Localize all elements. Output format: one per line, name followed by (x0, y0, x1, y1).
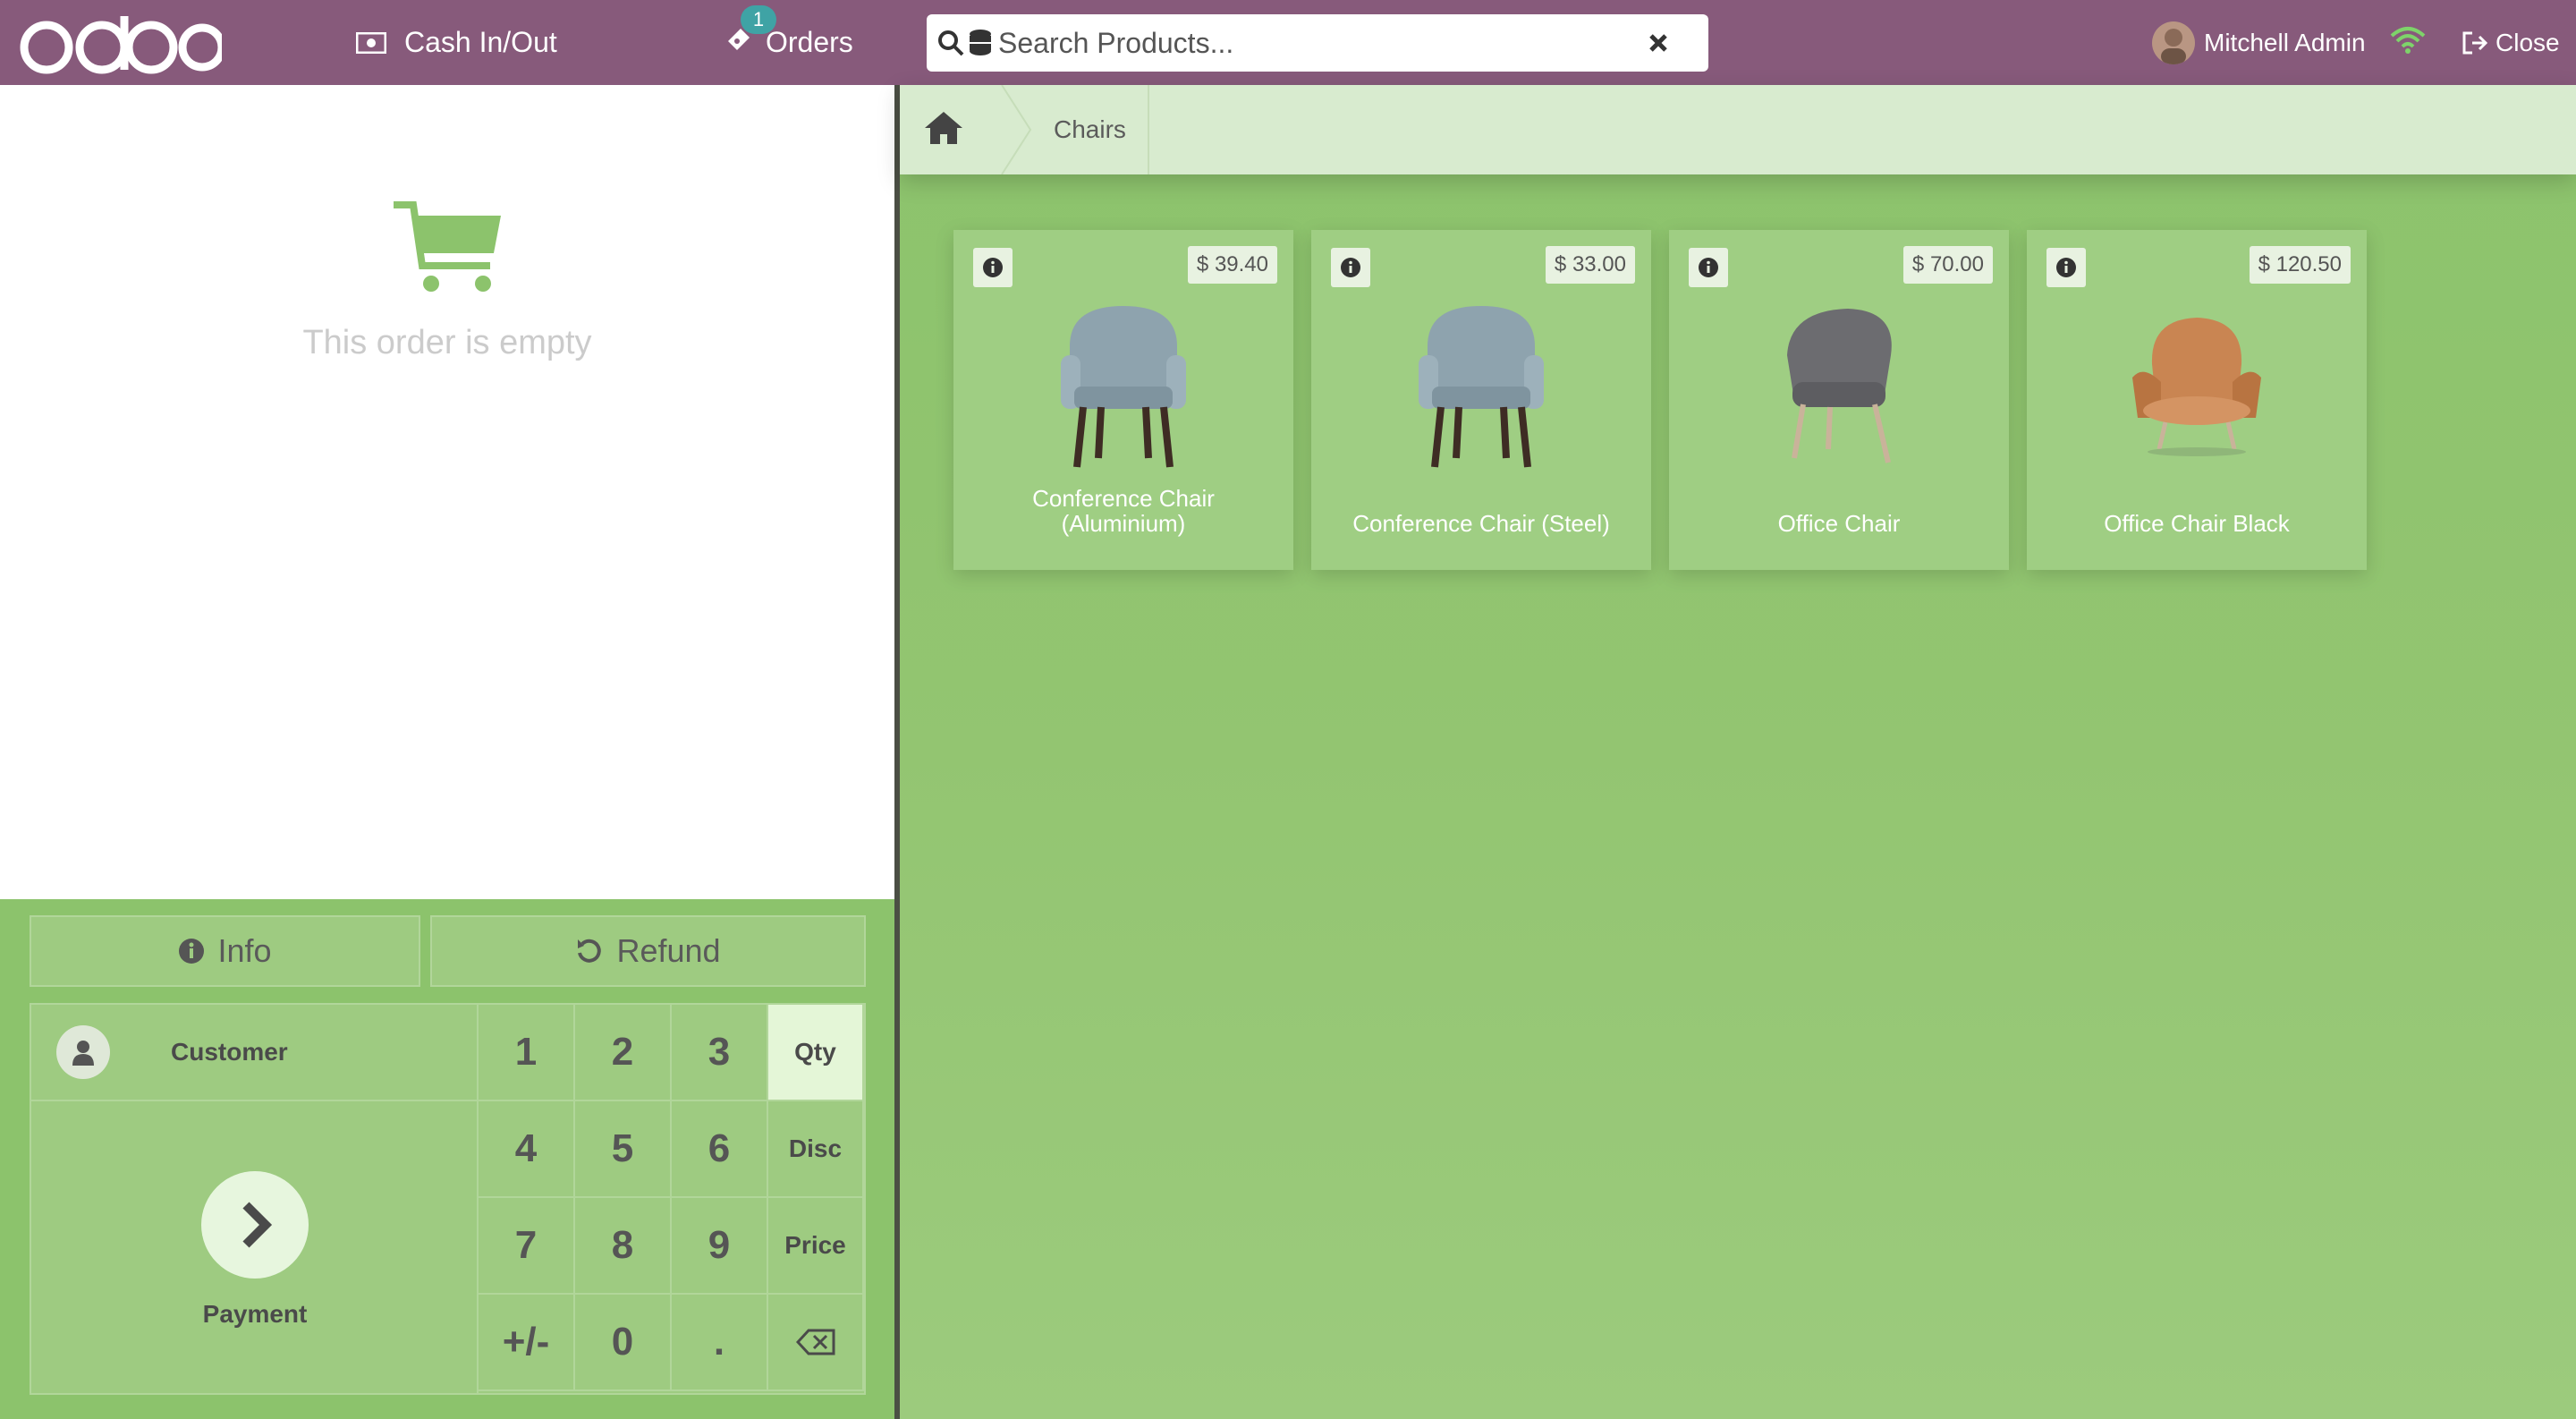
backspace-button[interactable] (768, 1295, 864, 1391)
barcode-database-icon (970, 30, 991, 55)
order-panel: This order is empty (0, 85, 894, 899)
search-icon (938, 30, 964, 56)
info-button[interactable]: Info (30, 915, 420, 987)
numpad-key-1[interactable]: 1 (479, 1005, 575, 1101)
customer-label: Customer (171, 1038, 288, 1066)
avatar (2152, 21, 2195, 64)
info-icon[interactable] (1689, 248, 1728, 287)
chevron-right-icon (201, 1171, 309, 1279)
top-bar: Cash In/Out 1 Orders Mitchell Admin (0, 0, 2576, 85)
numpad-key-4[interactable]: 4 (479, 1101, 575, 1198)
info-icon[interactable] (2046, 248, 2086, 287)
ticket-icon: 1 (724, 4, 776, 61)
numpad-key-decimal[interactable]: . (672, 1295, 768, 1391)
product-image (1787, 309, 1892, 463)
mode-price-button[interactable]: Price (768, 1198, 864, 1295)
numpad-key-3[interactable]: 3 (672, 1005, 768, 1101)
numpad-key-plus-minus[interactable]: +/- (479, 1295, 575, 1391)
mode-disc-button[interactable]: Disc (768, 1101, 864, 1198)
orders-button[interactable]: 1 Orders (724, 0, 853, 85)
mode-qty-button[interactable]: Qty (768, 1005, 864, 1101)
product-card[interactable]: $ 33.00 Conference Chair (Steel) (1311, 230, 1651, 570)
product-price: $ 33.00 (1545, 246, 1635, 284)
product-name: Office Chair Black (2104, 510, 2290, 537)
sign-out-icon (2462, 31, 2488, 54)
user-name: Mitchell Admin (2204, 28, 2366, 56)
orders-count-badge: 1 (741, 4, 776, 34)
payment-label: Payment (202, 1300, 308, 1328)
breadcrumb-separator (1001, 85, 1032, 174)
cash-in-out-button[interactable]: Cash In/Out (356, 0, 557, 85)
control-panel: Info Refund Customer Payment 1 2 3 Qty 4 (0, 899, 894, 1419)
customer-button[interactable]: Customer (31, 1005, 479, 1101)
clear-search-icon[interactable] (1644, 29, 1673, 57)
numpad-key-8[interactable]: 8 (575, 1198, 672, 1295)
numpad: 1 2 3 Qty 4 5 6 Disc 7 8 9 Price +/- 0 . (479, 1005, 864, 1393)
product-card[interactable]: $ 120.50 Office Chair Black (2027, 230, 2367, 570)
numpad-key-7[interactable]: 7 (479, 1198, 575, 1295)
product-card[interactable]: $ 39.40 Conference Chair (Aluminium) (953, 230, 1293, 570)
money-icon (356, 31, 386, 54)
backspace-icon (795, 1329, 835, 1355)
info-label: Info (217, 932, 272, 969)
product-price: $ 120.50 (2249, 246, 2351, 284)
info-icon[interactable] (973, 248, 1013, 287)
product-image (1061, 306, 1186, 468)
product-card[interactable]: $ 70.00 Office Chair (1669, 230, 2009, 570)
numpad-key-6[interactable]: 6 (672, 1101, 768, 1198)
close-button[interactable]: Close (2462, 0, 2560, 85)
user-menu[interactable]: Mitchell Admin (2152, 0, 2366, 85)
refund-button[interactable]: Refund (430, 915, 866, 987)
product-price: $ 70.00 (1902, 246, 1993, 284)
search-input[interactable] (998, 26, 1624, 60)
product-price: $ 39.40 (1187, 246, 1277, 284)
product-image (1419, 306, 1544, 468)
breadcrumb: Chairs (900, 85, 2576, 174)
product-name: Conference Chair (Steel) (1352, 510, 1610, 537)
undo-icon (578, 939, 602, 963)
numpad-key-2[interactable]: 2 (575, 1005, 672, 1101)
search-bar (927, 14, 1708, 72)
product-name: Office Chair (1777, 510, 1901, 537)
info-icon[interactable] (1331, 248, 1370, 287)
home-icon[interactable] (923, 110, 964, 146)
wifi-icon (2390, 27, 2426, 54)
empty-order-text: This order is empty (302, 324, 592, 361)
numpad-key-9[interactable]: 9 (672, 1198, 768, 1295)
numpad-key-5[interactable]: 5 (575, 1101, 672, 1198)
product-name: Conference Chair (Aluminium) (1032, 485, 1215, 537)
product-screen: Chairs $ 39.40 Conference Chair (Alumini… (900, 85, 2576, 1419)
product-image (2132, 318, 2261, 456)
close-label: Close (2496, 28, 2560, 56)
numpad-key-0[interactable]: 0 (575, 1295, 672, 1391)
numpad-area: Customer Payment 1 2 3 Qty 4 5 6 Disc 7 … (30, 1003, 866, 1395)
user-icon (56, 1025, 110, 1079)
breadcrumb-category[interactable]: Chairs (1054, 85, 1149, 174)
payment-button[interactable]: Payment (31, 1101, 479, 1393)
cash-in-out-label: Cash In/Out (404, 26, 557, 58)
refund-label: Refund (616, 932, 721, 969)
info-circle-icon (179, 939, 205, 964)
orders-label: Orders (766, 26, 853, 58)
odoo-logo (20, 16, 222, 74)
shopping-cart-icon (394, 201, 501, 292)
